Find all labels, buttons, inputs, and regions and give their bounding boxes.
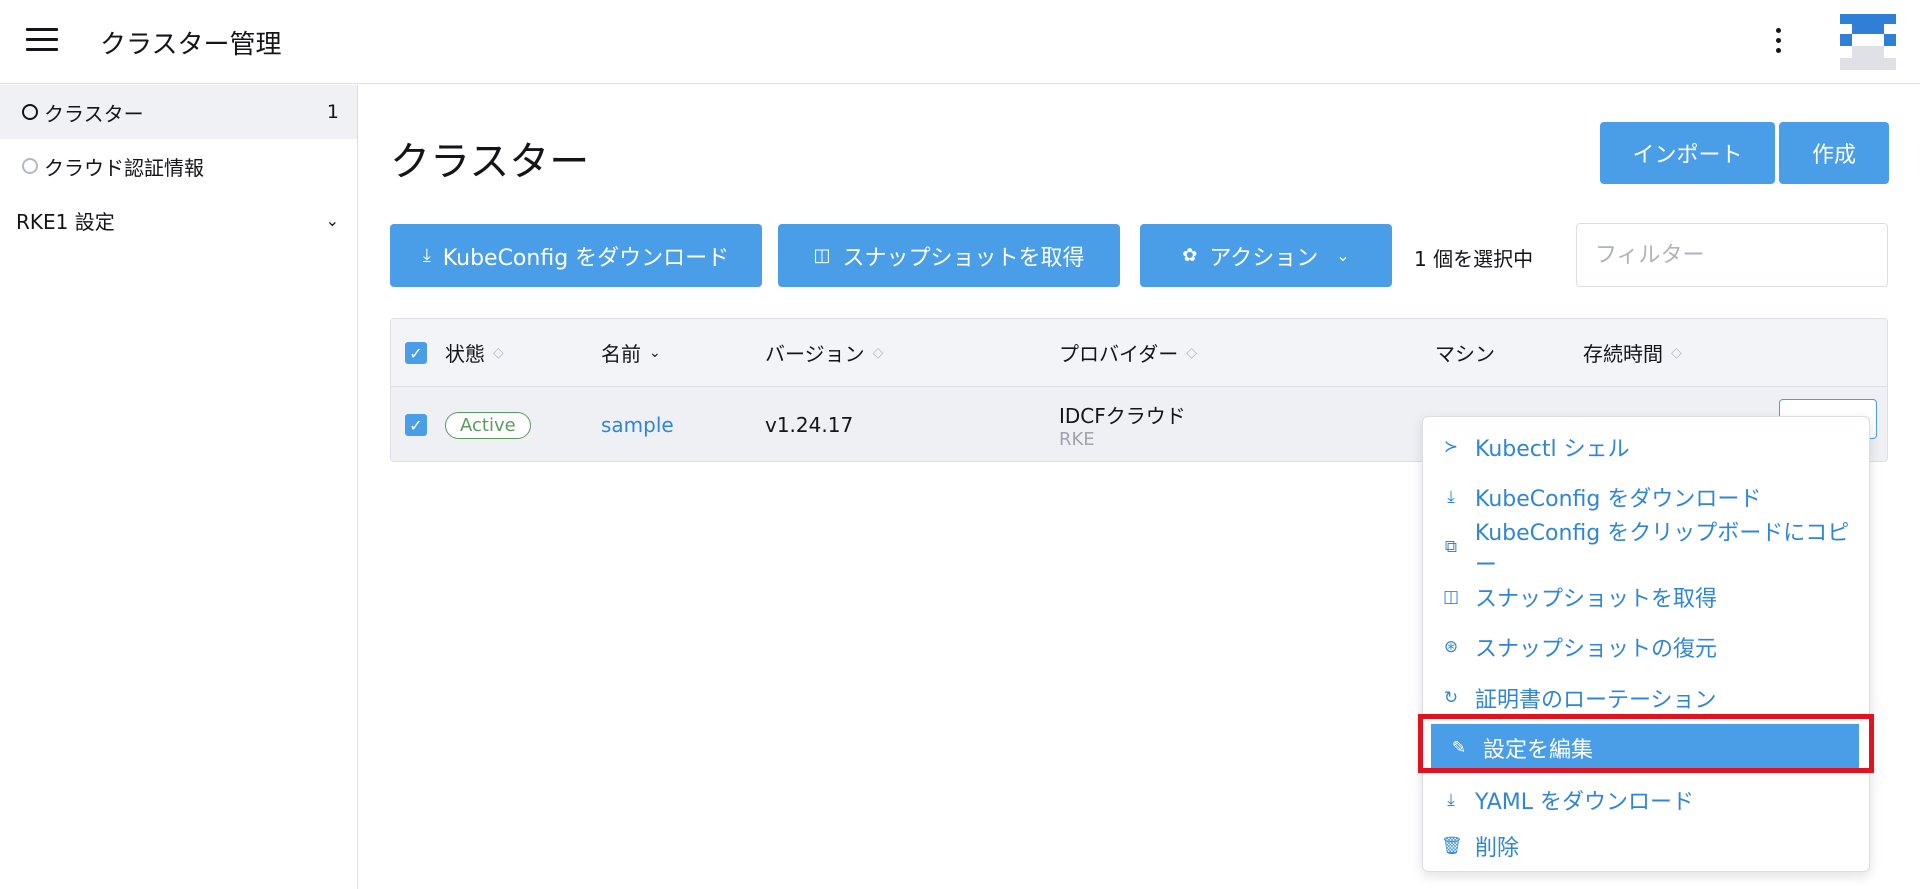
menu-item-download-kubeconfig[interactable]: ⤓ KubeConfig をダウンロード — [1423, 473, 1869, 521]
menu-item-rotate-certificates[interactable]: ↻ 証明書のローテーション — [1423, 674, 1869, 722]
download-icon: ⤓ — [422, 245, 431, 266]
copy-icon: ⧉ — [1444, 537, 1458, 557]
header-label: マシン — [1435, 342, 1495, 366]
trash-icon: 🗑 — [1441, 836, 1463, 856]
selected-count: 1 個を選択中 — [1414, 247, 1534, 271]
header-label: 名前 — [601, 342, 641, 366]
menu-icon[interactable] — [26, 28, 58, 54]
download-icon: ⤓ — [1447, 790, 1455, 810]
column-header-state[interactable]: 状態 ◇ — [445, 319, 504, 386]
status-badge: Active — [445, 411, 531, 439]
app-title: クラスター管理 — [100, 30, 282, 60]
page-title: クラスター — [390, 139, 590, 185]
menu-item-label: スナップショットを取得 — [1475, 587, 1718, 612]
chevron-down-icon: ⌄ — [325, 210, 339, 230]
column-header-age[interactable]: 存続時間 ◇ — [1583, 319, 1682, 386]
menu-item-label: 証明書のローテーション — [1475, 688, 1717, 713]
sort-icon: ◇ — [872, 344, 884, 361]
header-label: 状態 — [445, 342, 485, 366]
row-version: v1.24.17 — [765, 413, 854, 437]
sidebar: クラスター 1 クラウド認証情報 RKE1 設定 ⌄ — [0, 85, 358, 889]
menu-item-label: KubeConfig をダウンロード — [1475, 487, 1762, 512]
menu-item-edit-config[interactable]: ✎ 設定を編集 — [1431, 724, 1859, 772]
select-all-checkbox[interactable]: ✓ — [405, 342, 427, 364]
sort-down-icon: ⌄ — [649, 344, 661, 361]
sidebar-item-label: クラウド認証情報 — [44, 155, 204, 180]
sidebar-item-label: クラスター — [44, 101, 144, 126]
button-label: アクション — [1209, 245, 1319, 271]
provider-sub: RKE — [1059, 429, 1095, 450]
menu-item-label: Kubectl シェル — [1475, 437, 1630, 462]
download-icon: ⤓ — [1447, 487, 1455, 507]
sort-icon: ◇ — [493, 344, 504, 361]
sidebar-item-clusters[interactable]: クラスター 1 — [0, 85, 357, 139]
download-kubeconfig-button[interactable]: ⤓ KubeConfig をダウンロード — [390, 224, 762, 287]
column-header-name[interactable]: 名前 ⌄ — [601, 319, 661, 386]
create-button[interactable]: 作成 — [1779, 122, 1889, 184]
pencil-icon: ✎ — [1451, 738, 1467, 758]
actions-menu: ≻ Kubectl シェル ⤓ KubeConfig をダウンロード ⧉ KubeCo… — [1422, 416, 1870, 872]
globe-icon — [22, 158, 38, 174]
more-vertical-icon[interactable] — [1774, 28, 1782, 56]
header-label: バージョン — [765, 342, 865, 366]
restore-icon: ⊛ — [1443, 637, 1459, 657]
menu-item-download-yaml[interactable]: ⤓ YAML をダウンロード — [1423, 776, 1869, 824]
actions-dropdown-button[interactable]: ✿ アクション ⌄ — [1140, 224, 1392, 287]
camera-icon: ◫ — [1442, 587, 1460, 607]
menu-item-label: スナップショットの復元 — [1475, 637, 1718, 662]
sort-icon: ◇ — [1671, 344, 1682, 361]
avatar[interactable] — [1840, 14, 1896, 70]
sidebar-item-label: RKE1 設定 — [16, 209, 115, 234]
terminal-icon: ≻ — [1443, 437, 1459, 457]
sidebar-group-rke1-settings[interactable]: RKE1 設定 ⌄ — [0, 193, 357, 247]
row-provider: IDCFクラウド RKE — [1059, 387, 1186, 461]
sidebar-item-count: 1 — [326, 101, 339, 123]
take-snapshot-button[interactable]: ◫ スナップショットを取得 — [778, 224, 1120, 287]
chevron-down-icon: ⌄ — [1336, 246, 1350, 265]
button-label: KubeConfig をダウンロード — [442, 245, 730, 271]
column-header-provider[interactable]: プロバイダー ◇ — [1059, 319, 1197, 386]
provider-name: IDCFクラウド — [1059, 404, 1186, 428]
sidebar-item-cloud-credentials[interactable]: クラウド認証情報 — [0, 139, 357, 193]
rotate-icon: ↻ — [1443, 688, 1459, 708]
row-actions-button[interactable] — [1887, 399, 1888, 439]
header-label: プロバイダー — [1059, 342, 1179, 366]
import-button[interactable]: インポート — [1600, 122, 1775, 184]
menu-item-label: YAML をダウンロード — [1475, 790, 1695, 815]
menu-item-restore-snapshot[interactable]: ⊛ スナップショットの復元 — [1423, 623, 1869, 671]
table-header: ✓ 状態 ◇ 名前 ⌄ バージョン ◇ プロバイダー ◇ マシン 存続時間 ◇ — [391, 319, 1887, 387]
menu-item-delete[interactable]: 🗑 削除 — [1423, 822, 1869, 870]
top-header: クラスター管理 — [0, 0, 1920, 84]
menu-item-take-snapshot[interactable]: ◫ スナップショットを取得 — [1423, 573, 1869, 621]
button-label: スナップショットを取得 — [842, 245, 1085, 271]
row-checkbox[interactable]: ✓ — [405, 414, 427, 436]
row-state: Active — [445, 387, 531, 461]
menu-item-kubectl-shell[interactable]: ≻ Kubectl シェル — [1423, 423, 1869, 471]
column-header-machines: マシン — [1435, 319, 1495, 386]
camera-icon: ◫ — [813, 245, 831, 266]
menu-item-label: 設定を編集 — [1483, 738, 1594, 763]
row-name-link[interactable]: sample — [601, 387, 674, 461]
column-header-version[interactable]: バージョン ◇ — [765, 319, 883, 386]
filter-input[interactable] — [1576, 223, 1888, 287]
menu-item-label: 削除 — [1475, 836, 1520, 861]
header-label: 存続時間 — [1583, 342, 1663, 366]
sort-icon: ◇ — [1186, 344, 1197, 361]
globe-icon — [22, 104, 38, 120]
menu-item-copy-kubeconfig[interactable]: ⧉ KubeConfig をクリップボードにコピー — [1423, 521, 1869, 578]
menu-item-label: KubeConfig をクリップボードにコピー — [1474, 521, 1850, 578]
gear-icon: ✿ — [1182, 245, 1198, 266]
